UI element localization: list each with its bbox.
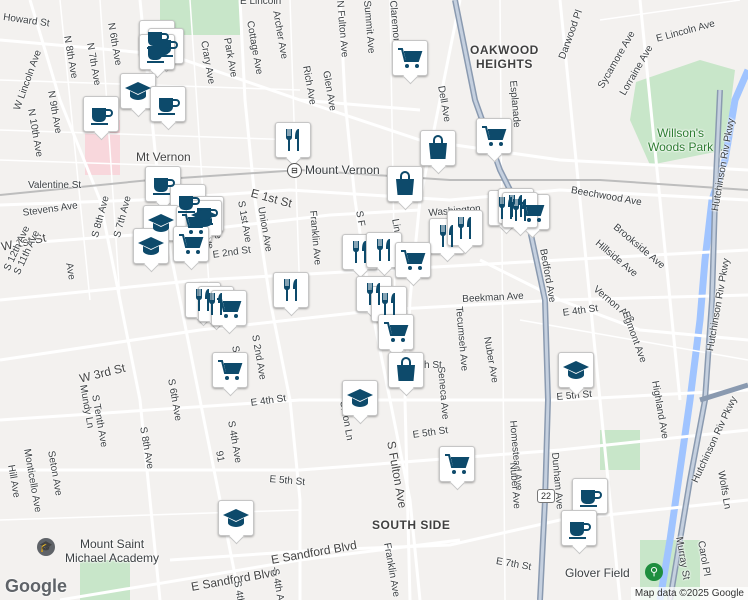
label-south-side: SOUTH SIDE: [372, 518, 451, 532]
school-pin[interactable]: [120, 73, 156, 109]
label-h-st: h St: [424, 360, 442, 371]
coffee-pin[interactable]: [83, 96, 119, 132]
school-pin[interactable]: [558, 352, 594, 388]
restaurant-pin[interactable]: [275, 122, 311, 158]
school-pin[interactable]: [342, 380, 378, 416]
restaurant-pin[interactable]: [273, 272, 309, 308]
label-mt-vernon: Mt Vernon: [136, 150, 191, 164]
school-poi-icon[interactable]: 🎓: [37, 538, 55, 556]
shopping-cart-pin[interactable]: [173, 226, 209, 262]
label-willsons-woods-park: Willson's Woods Park: [648, 126, 714, 154]
label-glover-field: Glover Field: [565, 566, 630, 580]
restaurant-pin[interactable]: [447, 210, 483, 246]
shopping-cart-pin[interactable]: [392, 40, 428, 76]
school-pin[interactable]: [133, 228, 169, 264]
shopping-cart-pin[interactable]: [212, 352, 248, 388]
shopping-cart-pin[interactable]: [439, 446, 475, 482]
label-s-ln: Lin: [389, 218, 403, 234]
restaurant-pin[interactable]: [502, 192, 538, 228]
shopping-bag-pin[interactable]: [387, 166, 423, 202]
coffee-pin[interactable]: [561, 510, 597, 546]
label-valentine-st: Valentine St: [28, 180, 82, 191]
train-station-icon[interactable]: ⊟: [287, 163, 302, 178]
map-attribution[interactable]: Map data ©2025 Google: [630, 587, 748, 600]
coffee-pin[interactable]: [150, 86, 186, 122]
shopping-cart-pin[interactable]: [378, 314, 414, 350]
shopping-bag-pin[interactable]: [420, 130, 456, 166]
shopping-cart-pin[interactable]: [476, 118, 512, 154]
label-oakwood-heights: OAKWOOD HEIGHTS: [470, 43, 539, 71]
label-mount-saint-michael: Mount Saint Michael Academy: [65, 537, 160, 565]
coffee-pin[interactable]: [139, 34, 175, 70]
label-e-lincoln-top: E Lincoln: [240, 0, 282, 7]
label-route-91: 91: [213, 450, 226, 463]
shopping-cart-pin[interactable]: [211, 290, 247, 326]
route-22-shield: 22: [537, 489, 555, 503]
coffee-pin[interactable]: [572, 478, 608, 514]
shopping-cart-pin[interactable]: [395, 242, 431, 278]
shopping-bag-pin[interactable]: [388, 352, 424, 388]
map-canvas[interactable]: Howard St W Lincoln Ave N 8th Ave N 7th Ave…: [0, 0, 748, 600]
school-pin[interactable]: [218, 500, 254, 536]
park-poi-icon[interactable]: ⚲: [645, 563, 663, 581]
google-logo: Google: [5, 576, 67, 596]
label-mount-vernon-station: Mount Vernon: [305, 163, 380, 177]
